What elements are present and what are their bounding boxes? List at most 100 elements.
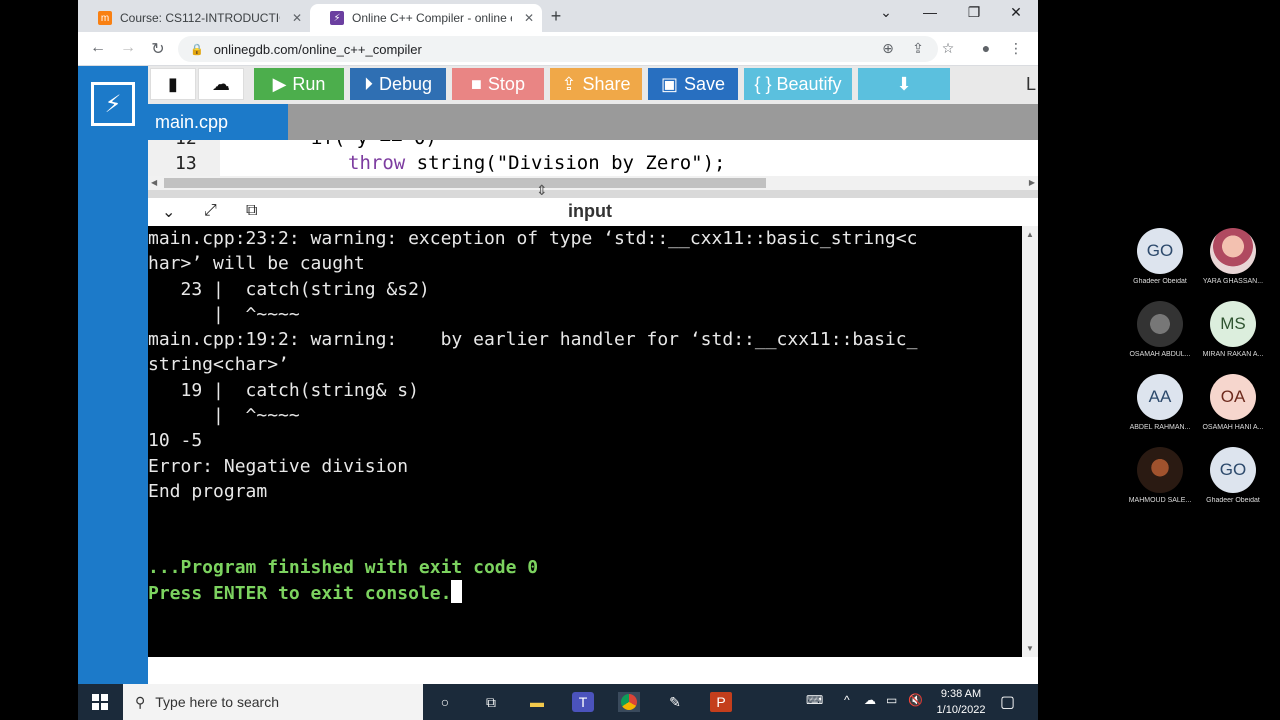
run-button[interactable]: ▶ Run [254, 68, 344, 100]
upload-button[interactable]: ☁ [198, 68, 244, 100]
expand-icon[interactable]: ⤢ [204, 202, 217, 220]
debug-button[interactable]: ⏵ Debug [350, 68, 446, 100]
save-button[interactable]: ▣ Save [648, 68, 738, 100]
teams-icon[interactable]: T [572, 692, 594, 712]
url-field[interactable]: 🔒 onlinegdb.com/online_c++_compiler [178, 36, 938, 62]
stop-button[interactable]: ■ Stop [452, 68, 544, 100]
press-enter-line: Press ENTER to exit console. [148, 580, 1022, 606]
clock-date: 1/10/2022 [936, 704, 986, 716]
network-icon[interactable]: ▭ [886, 693, 897, 707]
close-icon[interactable]: ✕ [292, 11, 302, 25]
scroll-right-icon[interactable]: ▶ [1029, 178, 1035, 187]
language-select-label[interactable]: L [1026, 74, 1038, 95]
console-line: main.cpp:19:2: warning: by earlier handl… [148, 329, 918, 351]
clock-time: 9:38 AM [940, 688, 982, 700]
file-tab-main-cpp[interactable]: main.cpp [148, 104, 288, 140]
participant-tile[interactable]: MS MIRAN RAKAN A... [1198, 301, 1268, 358]
cortana-icon[interactable]: ○ [434, 692, 456, 712]
resize-handle-icon[interactable]: ⇕ [536, 182, 548, 199]
input-label: input [568, 201, 612, 221]
onlinegdb-icon: ⚡ [330, 11, 344, 25]
close-window-icon[interactable]: ✕ [996, 4, 1036, 21]
onlinegdb-logo-icon[interactable]: ⚡ [91, 82, 135, 126]
console-output[interactable]: main.cpp:23:2: warning: exception of typ… [148, 226, 1022, 657]
console-line: Error: Negative division [148, 455, 409, 477]
task-view-icon[interactable]: ⧉ [480, 692, 502, 712]
participant-tile[interactable]: MAHMOUD SALE... [1125, 447, 1195, 504]
participant-tile[interactable]: GO Ghadeer Obeidat [1125, 228, 1195, 285]
tab-label: Online C++ Compiler - online ed [352, 11, 512, 25]
scroll-up-icon[interactable]: ▲ [1026, 230, 1034, 239]
participant-tile[interactable]: YARA GHASSAN... [1198, 228, 1268, 285]
browser-window: m Course: CS112-INTRODUCTION T ✕ ⚡ Onlin… [78, 0, 1038, 684]
moodle-icon: m [98, 11, 112, 25]
tab-strip: m Course: CS112-INTRODUCTION T ✕ ⚡ Onlin… [78, 0, 1038, 32]
participant-tile[interactable]: GO Ghadeer Obeidat [1198, 447, 1268, 504]
console-line: 19 | catch(string& s) [148, 379, 419, 401]
participant-tile[interactable]: OA OSAMAH HANI A... [1198, 374, 1268, 431]
avatar: OA [1210, 374, 1256, 420]
pane-splitter[interactable]: ⇕ [148, 182, 1038, 198]
profile-icon[interactable]: ● [976, 40, 996, 56]
participant-name: YARA GHASSAN... [1202, 278, 1264, 285]
keyboard-icon[interactable]: ⌨ [806, 693, 823, 707]
participant-name: OSAMAH ABDUL... [1129, 351, 1191, 358]
zoom-icon[interactable]: ⊕ [878, 40, 898, 57]
bookmark-star-icon[interactable]: ☆ [938, 40, 958, 57]
console-line: End program [148, 480, 268, 502]
toolbar: ▮ ☁ ▶ Run ⏵ Debug ■ Stop ⇪ Share ▣ Save { } B… [148, 66, 1038, 104]
keyword: throw [348, 152, 406, 174]
taskbar-search[interactable]: ⚲ Type here to search [123, 684, 423, 720]
taskbar-clock[interactable]: 9:38 AM 1/10/2022 [936, 686, 986, 718]
search-icon: ⚲ [135, 693, 146, 710]
beautify-button[interactable]: { } Beautify [744, 68, 852, 100]
chevron-down-icon[interactable]: ⌄ [162, 202, 175, 222]
new-tab-button[interactable]: + [546, 6, 566, 27]
tab-onlinegdb[interactable]: ⚡ Online C++ Compiler - online ed ✕ [310, 4, 542, 32]
participant-tile[interactable]: OSAMAH ABDUL... [1125, 301, 1195, 358]
menu-icon[interactable]: ⋮ [1006, 40, 1026, 57]
reload-icon[interactable]: ↻ [148, 39, 168, 59]
address-bar-row: ← → ↻ 🔒 onlinegdb.com/online_c++_compile… [78, 32, 1038, 66]
onedrive-icon[interactable]: ☁ [864, 693, 876, 707]
editor-horizontal-scrollbar[interactable]: ◀ ▶ [148, 176, 1038, 190]
code-line-12: if( y == 0) [311, 140, 437, 149]
avatar: GO [1137, 228, 1183, 274]
share-button[interactable]: ⇪ Share [550, 68, 642, 100]
debug-icon: ⏵ [363, 73, 373, 94]
chrome-icon[interactable] [618, 692, 640, 712]
code-editor[interactable]: 12 if( y == 0) 13 throw string("Division… [148, 140, 1038, 176]
copy-icon[interactable]: ⧉ [246, 202, 257, 220]
app-icon[interactable]: ✎ [664, 692, 686, 712]
tab-search-icon[interactable]: ⌄ [866, 4, 906, 21]
download-button[interactable]: ⬇ [858, 68, 950, 100]
console-vertical-scrollbar[interactable]: ▲ ▼ [1022, 226, 1038, 657]
powerpoint-icon[interactable]: P [710, 692, 732, 712]
search-placeholder: Type here to search [155, 694, 280, 710]
tab-course[interactable]: m Course: CS112-INTRODUCTION T ✕ [78, 4, 310, 32]
participant-name: Ghadeer Obeidat [1206, 497, 1260, 504]
share-page-icon[interactable]: ⇪ [908, 40, 928, 57]
forward-icon[interactable]: → [118, 39, 138, 57]
file-tabs: main.cpp [148, 104, 1038, 140]
scrollbar-thumb[interactable] [164, 178, 766, 188]
close-icon[interactable]: ✕ [524, 11, 534, 25]
lock-icon: 🔒 [190, 43, 204, 56]
participant-name: MAHMOUD SALE... [1128, 497, 1192, 504]
back-icon[interactable]: ← [88, 39, 108, 57]
tab-label: Course: CS112-INTRODUCTION T [120, 11, 280, 25]
scroll-left-icon[interactable]: ◀ [151, 178, 157, 187]
chevron-up-icon[interactable]: ^ [844, 693, 850, 707]
maximize-icon[interactable]: ❐ [954, 4, 994, 21]
scroll-down-icon[interactable]: ▼ [1026, 644, 1034, 653]
floppy-icon: ▣ [660, 73, 678, 94]
notification-icon[interactable]: ▢ [1000, 692, 1015, 712]
participant-tile[interactable]: AA ABDEL RAHMAN... [1125, 374, 1195, 431]
minimize-icon[interactable]: — [910, 4, 950, 20]
volume-mute-icon[interactable]: 🔇 [908, 693, 923, 707]
avatar: AA [1137, 374, 1183, 420]
console-toolbar: ⌄ ⤢ ⧉ input [148, 198, 1038, 226]
file-explorer-icon[interactable]: ▬ [526, 692, 548, 712]
new-file-button[interactable]: ▮ [150, 68, 196, 100]
windows-start-icon[interactable] [92, 694, 108, 710]
